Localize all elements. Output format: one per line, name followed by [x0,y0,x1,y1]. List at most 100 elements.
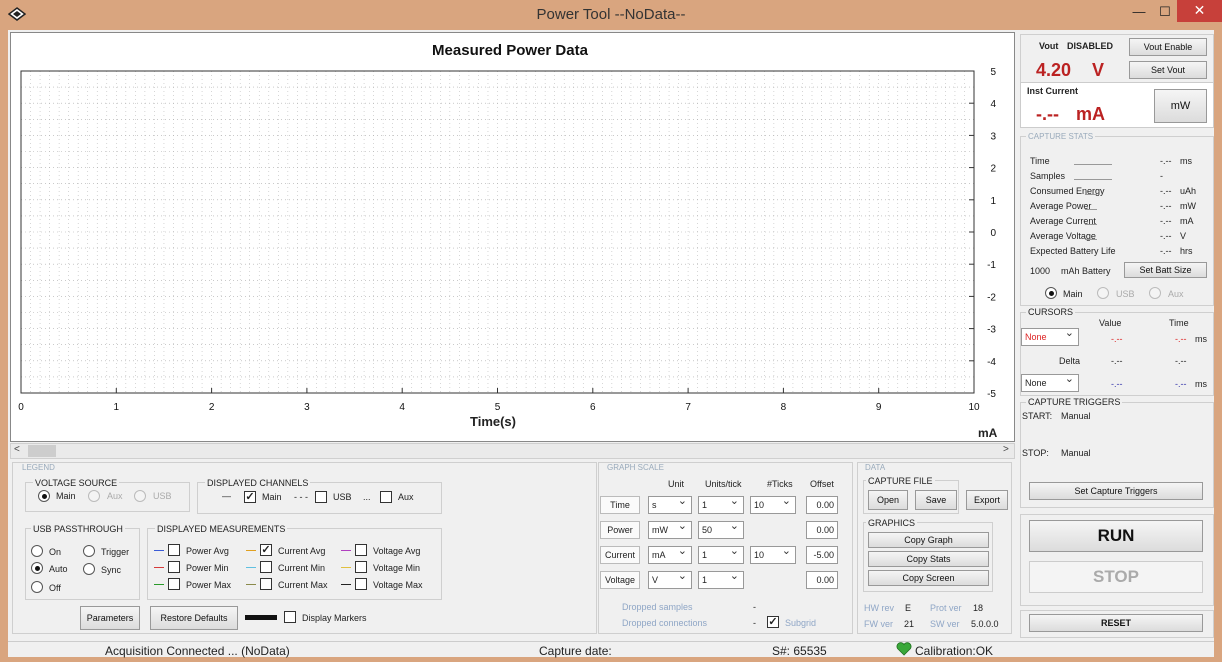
stat-leader-line [1085,239,1097,240]
scale-power-units-per-tick-select[interactable]: 50 [698,519,744,539]
voltage-aux-label: Aux [107,491,123,501]
vout-enable-button[interactable]: Vout Enable [1129,38,1207,56]
copy-stats-button[interactable]: Copy Stats [868,551,989,567]
usb-off-radio[interactable] [31,581,43,593]
hw-rev-label: HW rev [864,603,894,613]
stats-usb-label: USB [1116,289,1135,299]
set-batt-size-button[interactable]: Set Batt Size [1124,262,1207,278]
measurement-checkbox[interactable] [168,578,180,590]
restore-defaults-button[interactable]: Restore Defaults [150,606,238,630]
cursor1-unit: ms [1195,334,1207,344]
main-line-style: — [222,491,231,501]
measurement-checkbox[interactable] [168,561,180,573]
scale-time-offset-input[interactable]: 0.00 [806,496,838,514]
measurement-checkbox[interactable] [355,561,367,573]
scroll-right-icon[interactable]: > [1003,444,1009,455]
stat-label: Time [1030,156,1050,166]
cursor1-select[interactable]: None [1021,326,1079,346]
x-tick-label: 9 [876,402,882,413]
scale-voltage-units-per-tick-select[interactable]: 1 [698,569,744,589]
usb-on-radio[interactable] [31,545,43,557]
scale-voltage-unit-select[interactable]: V [648,569,692,589]
stats-main-radio[interactable] [1045,287,1057,299]
set-vout-button[interactable]: Set Vout [1129,61,1207,79]
stats-usb-radio[interactable] [1097,287,1109,299]
measurement-checkbox[interactable] [260,561,272,573]
cursor2-select[interactable]: None [1021,372,1079,392]
parameters-button[interactable]: Parameters [80,606,140,630]
save-button[interactable]: Save [915,490,957,510]
cursors-title: CURSORS [1026,307,1076,317]
usb-sync-radio[interactable] [83,563,95,575]
y-tick-label: 5 [990,67,996,78]
power-chart[interactable]: 0 1 2 3 4 5 6 7 8 9 10543210-1-2-3-4-5 [10,60,1015,420]
voltage-main-radio[interactable] [38,490,50,502]
stat-label: Samples [1030,171,1066,181]
channel-aux-checkbox[interactable] [380,491,392,503]
y-tick-label: -3 [987,325,996,336]
scroll-thumb[interactable] [28,445,56,457]
reset-button[interactable]: RESET [1029,614,1203,632]
scale-current-offset-input[interactable]: -5.00 [806,546,838,564]
stop-button[interactable]: STOP [1029,561,1203,593]
scale-time-unit-select[interactable]: s [648,494,692,514]
measurement-label: Current Min [278,563,326,573]
set-capture-triggers-button[interactable]: Set Capture Triggers [1029,482,1203,500]
aux-line-style: ... [363,492,371,502]
mw-button[interactable]: mW [1154,89,1207,123]
export-button[interactable]: Export [966,490,1008,510]
voltage-usb-radio[interactable] [134,490,146,502]
dropped-samples-value: - [753,602,756,612]
voltage-source-title: VOLTAGE SOURCE [33,478,120,488]
stat-leader-line [1085,209,1097,210]
channel-main-label: Main [262,492,282,502]
maximize-button[interactable]: ☐ [1150,2,1180,22]
scale-current-ticks-select[interactable]: 10 [750,544,796,564]
sw-ver-value: 5.0.0.0 [971,619,999,629]
window-frame-left [0,30,8,662]
run-button[interactable]: RUN [1029,520,1203,552]
measurement-checkbox[interactable] [355,578,367,590]
scale-power-unit-select[interactable]: mW [648,519,692,539]
measurement-checkbox[interactable]: ✓ [260,544,272,556]
measurement-label: Voltage Min [373,563,421,573]
scale-power-offset-input[interactable]: 0.00 [806,521,838,539]
cursor2-time: -.-- [1175,379,1187,389]
usb-auto-radio[interactable] [31,562,43,574]
display-markers-checkbox[interactable] [284,611,296,623]
cursor1-time: -.-- [1175,334,1187,344]
scale-current-unit-select[interactable]: mA [648,544,692,564]
stats-aux-radio[interactable] [1149,287,1161,299]
copy-screen-button[interactable]: Copy Screen [868,570,989,586]
subgrid-checkbox[interactable]: ✓ [767,616,779,628]
data-title: DATA [863,463,888,472]
close-button[interactable]: ✕ [1177,0,1222,22]
usb-line-style: - - - [294,492,308,502]
usb-trigger-radio[interactable] [83,545,95,557]
horizontal-scrollbar[interactable]: < > [10,443,1015,459]
x-tick-label: 10 [968,402,980,413]
voltage-aux-radio[interactable] [88,490,100,502]
scale-time-ticks-select[interactable]: 10 [750,494,796,514]
measurement-checkbox[interactable] [168,544,180,556]
channel-main-checkbox[interactable]: ✓ [244,491,256,503]
measurement-checkbox[interactable] [260,578,272,590]
x-tick-label: 5 [495,402,501,413]
stat-leader-line [1085,194,1097,195]
scroll-left-icon[interactable]: < [14,444,20,455]
stat-leader-line [1074,179,1112,180]
scale-voltage-offset-input[interactable]: 0.00 [806,571,838,589]
x-axis-label: Time(s) [470,414,516,429]
stats-main-label: Main [1063,289,1083,299]
copy-graph-button[interactable]: Copy Graph [868,532,989,548]
open-button[interactable]: Open [868,490,908,510]
y-tick-label: -4 [987,357,996,368]
channel-usb-checkbox[interactable] [315,491,327,503]
x-tick-label: 6 [590,402,596,413]
measurement-checkbox[interactable] [355,544,367,556]
calibration-status: Calibration:OK [915,644,994,658]
scale-current-units-per-tick-select[interactable]: 1 [698,544,744,564]
scale-time-units-per-tick-select[interactable]: 1 [698,494,744,514]
measurement-color-swatch [341,550,351,551]
usb-passthrough-title: USB PASSTHROUGH [31,524,125,534]
